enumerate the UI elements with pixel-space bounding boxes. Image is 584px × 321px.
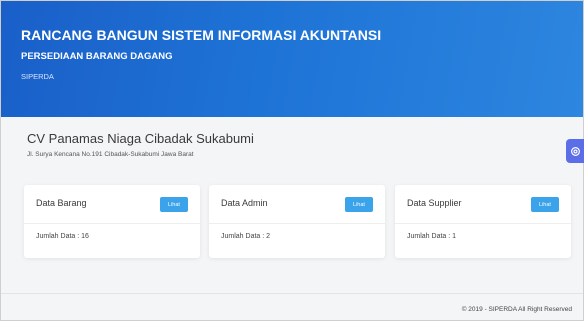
card-count: Jumlah Data : 16 bbox=[36, 233, 89, 240]
view-data-barang-button[interactable]: Lihat bbox=[160, 197, 188, 212]
card-divider bbox=[209, 223, 385, 224]
view-data-supplier-button[interactable]: Lihat bbox=[531, 197, 559, 212]
card-count: Jumlah Data : 2 bbox=[221, 233, 271, 240]
card-divider bbox=[395, 223, 571, 224]
card-divider bbox=[24, 223, 200, 224]
card-title: Data Supplier bbox=[407, 198, 462, 208]
company-address: Jl. Surya Kencana No.191 Cibadak-Sukabum… bbox=[27, 151, 194, 158]
app-name: SIPERDA bbox=[21, 72, 54, 81]
card-title: Data Barang bbox=[36, 198, 87, 208]
card-data-barang: Data Barang Lihat Jumlah Data : 16 bbox=[24, 185, 200, 258]
settings-button[interactable] bbox=[566, 139, 584, 163]
page-header: RANCANG BANGUN SISTEM INFORMASI AKUNTANS… bbox=[1, 1, 583, 117]
card-data-supplier: Data Supplier Lihat Jumlah Data : 1 bbox=[395, 185, 571, 258]
app-subtitle: PERSEDIAAN BARANG DAGANG bbox=[21, 51, 173, 62]
view-data-admin-button[interactable]: Lihat bbox=[345, 197, 373, 212]
card-data-admin: Data Admin Lihat Jumlah Data : 2 bbox=[209, 185, 385, 258]
app-title: RANCANG BANGUN SISTEM INFORMASI AKUNTANS… bbox=[21, 27, 382, 43]
card-title: Data Admin bbox=[221, 198, 268, 208]
gear-icon bbox=[570, 146, 580, 156]
company-name: CV Panamas Niaga Cibadak Sukabumi bbox=[27, 131, 254, 146]
footer-divider bbox=[1, 293, 583, 294]
footer-copyright: © 2019 - SIPERDA All Right Reserved bbox=[461, 306, 572, 313]
card-count: Jumlah Data : 1 bbox=[407, 233, 457, 240]
